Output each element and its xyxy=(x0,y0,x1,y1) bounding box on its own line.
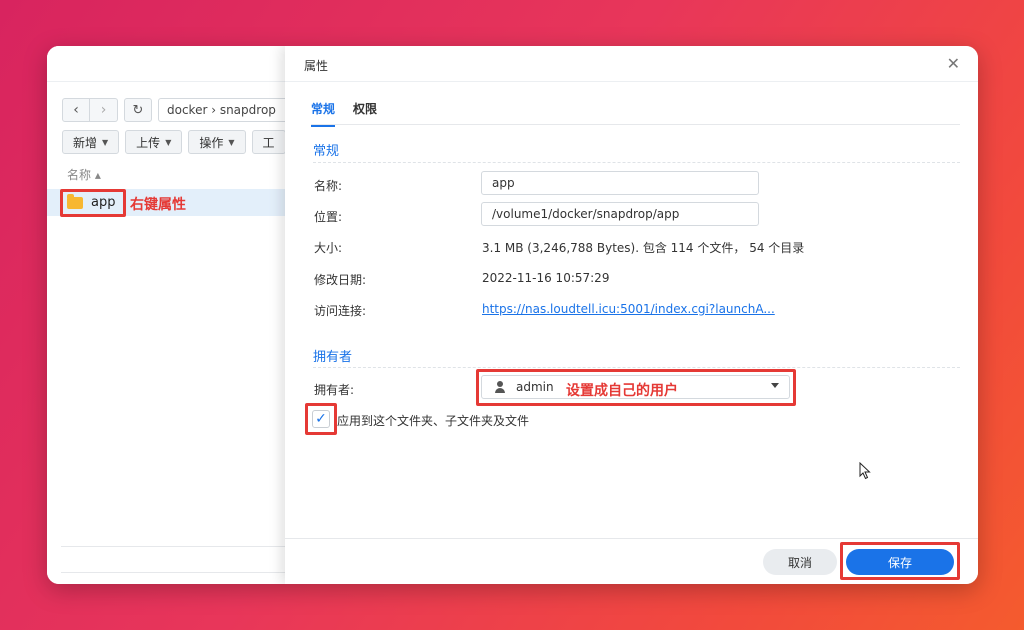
path-breadcrumb[interactable]: docker › snapdrop xyxy=(158,98,298,122)
annotation-set-own-user: 设置成自己的用户 xyxy=(566,383,678,399)
annotation-box-save xyxy=(840,542,960,580)
dialog-header: 属性 ✕ xyxy=(285,46,978,82)
chevron-left-icon: ‹ xyxy=(73,102,79,118)
size-label: 大小: xyxy=(314,241,343,255)
file-station-panel: ‹ › ↻ docker › snapdrop 新增 ▼ 上传 ▼ 操作 ▼ 工 名称… xyxy=(47,46,298,584)
tab-divider xyxy=(311,124,960,125)
file-station-window: ‹ › ↻ docker › snapdrop 新增 ▼ 上传 ▼ 操作 ▼ 工 名称… xyxy=(47,46,978,584)
tab-permissions[interactable]: 权限 xyxy=(353,100,377,127)
owner-label: 拥有者: xyxy=(314,383,355,397)
section-title-general: 常规 xyxy=(313,144,340,159)
name-field[interactable]: app xyxy=(481,171,759,195)
divider xyxy=(61,572,287,573)
navigation-row: ‹ › ↻ docker › snapdrop xyxy=(62,98,298,122)
apply-recursive-label: 应用到这个文件夹、子文件夹及文件 xyxy=(337,414,530,428)
caret-down-icon: ▼ xyxy=(228,137,235,147)
forward-button[interactable]: › xyxy=(90,98,118,122)
divider xyxy=(61,546,287,547)
access-link[interactable]: https://nas.loudtell.icu:5001/index.cgi?… xyxy=(482,302,775,316)
modified-date-value: 2022-11-16 10:57:29 xyxy=(482,271,610,285)
dialog-title: 属性 xyxy=(304,59,329,73)
cancel-button[interactable]: 取消 xyxy=(763,549,837,575)
upload-button[interactable]: 上传 ▼ xyxy=(125,130,183,154)
create-button[interactable]: 新增 ▼ xyxy=(62,130,120,154)
size-value: 3.1 MB (3,246,788 Bytes). 包含 114 个文件， 54… xyxy=(482,241,805,255)
file-station-titlebar xyxy=(47,46,287,82)
modified-date-label: 修改日期: xyxy=(314,273,367,287)
refresh-button[interactable]: ↻ xyxy=(124,98,152,122)
mouse-cursor-icon xyxy=(859,461,871,483)
annotation-right-click: 右键属性 xyxy=(130,197,186,213)
annotation-box-file xyxy=(60,189,126,217)
action-button[interactable]: 操作 ▼ xyxy=(188,130,246,154)
caret-down-icon: ▼ xyxy=(165,137,172,147)
section-divider xyxy=(313,367,960,368)
file-toolbar: 新增 ▼ 上传 ▼ 操作 ▼ 工 xyxy=(62,130,292,154)
caret-down-icon: ▼ xyxy=(102,137,109,147)
location-field[interactable]: /volume1/docker/snapdrop/app xyxy=(481,202,759,226)
section-divider xyxy=(313,162,960,163)
name-column-header[interactable]: 名称 ▴ xyxy=(67,166,101,183)
dialog-footer-divider xyxy=(285,538,978,539)
dialog-tabs: 常规 权限 xyxy=(311,100,395,127)
properties-dialog: 属性 ✕ 常规 权限 常规 名称: app 位置: /volume1/docke… xyxy=(285,46,978,584)
tools-button[interactable]: 工 xyxy=(251,130,286,154)
name-label: 名称: xyxy=(314,179,343,193)
location-label: 位置: xyxy=(314,210,343,224)
annotation-box-checkbox xyxy=(305,403,337,435)
close-icon[interactable]: ✕ xyxy=(947,54,960,73)
access-link-label: 访问连接: xyxy=(314,304,367,318)
section-title-owner: 拥有者 xyxy=(313,350,353,365)
back-button[interactable]: ‹ xyxy=(62,98,90,122)
refresh-icon: ↻ xyxy=(132,102,144,118)
tab-general[interactable]: 常规 xyxy=(311,100,336,127)
chevron-right-icon: › xyxy=(100,102,107,118)
